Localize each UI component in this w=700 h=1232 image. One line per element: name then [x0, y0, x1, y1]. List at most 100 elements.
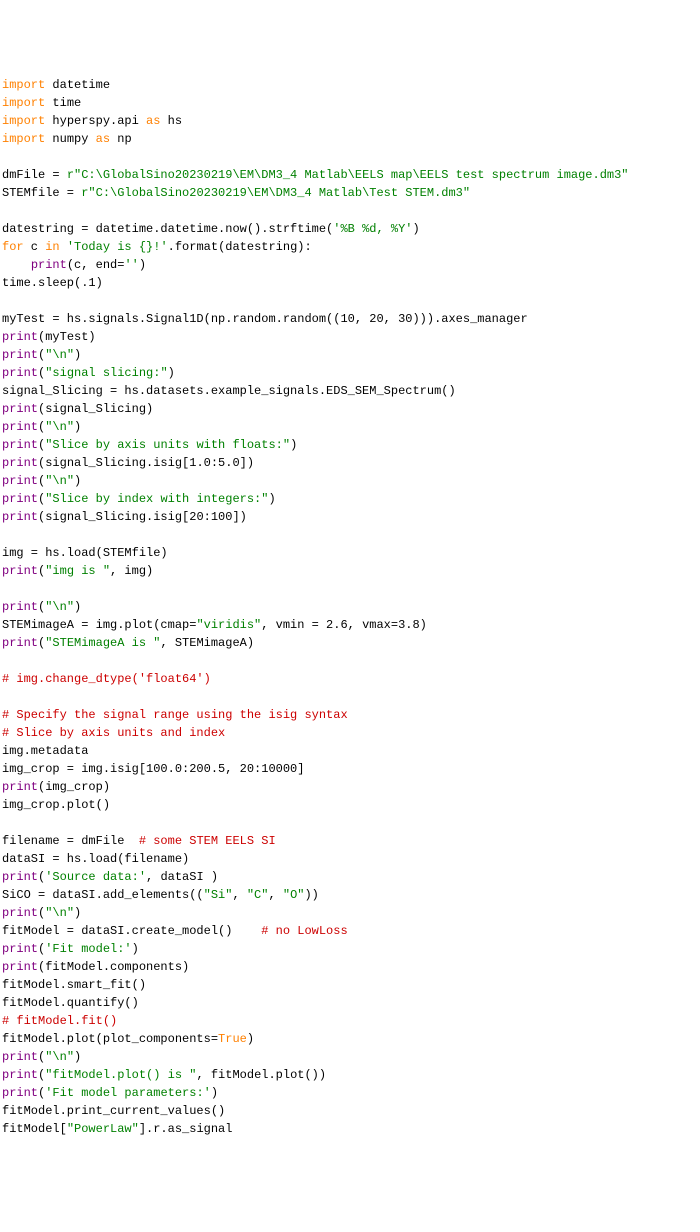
keyword: as [146, 114, 160, 128]
text: dataSI = hs.load(filename) [2, 852, 189, 866]
builtin: print [2, 348, 38, 362]
comment: # fitModel.fit() [2, 1014, 117, 1028]
builtin: print [2, 564, 38, 578]
rawprefix: r [67, 168, 74, 182]
module: datetime [45, 78, 110, 92]
r: ) [74, 474, 81, 488]
lhs: filename = dmFile [2, 834, 139, 848]
string: '%B %d, %Y' [333, 222, 412, 236]
rhs: ) [412, 222, 419, 236]
string: 'Source data:' [45, 870, 146, 884]
text: img.metadata [2, 744, 88, 758]
lhs: fitModel[ [2, 1122, 67, 1136]
string: "viridis" [196, 618, 261, 632]
string: "\n" [45, 906, 74, 920]
text: img_crop = img.isig[100.0:200.5, 20:1000… [2, 762, 304, 776]
lhs: fitModel = dataSI.create_model() [2, 924, 261, 938]
string: 'Fit model:' [45, 942, 131, 956]
string: 'Today is {}!' [60, 240, 168, 254]
comment: # img.change_dtype('float64') [2, 672, 211, 686]
alias: np [110, 132, 132, 146]
lhs: dmFile = [2, 168, 67, 182]
comment: # Specify the signal range using the isi… [2, 708, 348, 722]
r: , STEMimageA) [160, 636, 254, 650]
builtin: print [2, 510, 38, 524]
rhs: )) [304, 888, 318, 902]
args: (signal_Slicing.isig[1.0:5.0]) [38, 456, 254, 470]
text: img_crop.plot() [2, 798, 110, 812]
lhs: STEMimageA = img.plot(cmap= [2, 618, 196, 632]
string: "C" [247, 888, 269, 902]
string: "\n" [45, 348, 74, 362]
builtin: print [2, 1086, 38, 1100]
string: "C:\GlobalSino20230219\EM\DM3_4 Matlab\E… [74, 168, 629, 182]
builtin: print [2, 438, 38, 452]
code-block: import datetime import time import hyper… [0, 72, 700, 1142]
comment: # no LowLoss [261, 924, 347, 938]
r: , img) [110, 564, 153, 578]
module: hyperspy.api [45, 114, 146, 128]
module: numpy [45, 132, 95, 146]
keyword: import [2, 114, 45, 128]
r: ) [290, 438, 297, 452]
rhs: , vmin = 2.6, vmax=3.8) [261, 618, 427, 632]
keyword: import [2, 78, 45, 92]
r: , dataSI ) [146, 870, 218, 884]
builtin: print [2, 870, 38, 884]
r: ) [74, 420, 81, 434]
string: "img is " [45, 564, 110, 578]
builtin: print [2, 330, 38, 344]
r: ) [74, 600, 81, 614]
l: ( [38, 1086, 45, 1100]
rhs: ) [247, 1032, 254, 1046]
c: , [232, 888, 246, 902]
builtin: print [2, 906, 38, 920]
args: (c, end= [67, 258, 125, 272]
r: ) [74, 348, 81, 362]
builtin: print [2, 402, 38, 416]
builtin: print [2, 960, 38, 974]
string: "fitModel.plot() is " [45, 1068, 196, 1082]
string: "Slice by axis units with floats:" [45, 438, 290, 452]
builtin: print [2, 636, 38, 650]
string: "Slice by index with integers:" [45, 492, 268, 506]
args: (myTest) [38, 330, 96, 344]
builtin: print [2, 420, 38, 434]
keyword: as [96, 132, 110, 146]
builtin: print [31, 258, 67, 272]
string: "STEMimageA is " [45, 636, 160, 650]
r: ) [74, 906, 81, 920]
text: c [24, 240, 46, 254]
string: "\n" [45, 474, 74, 488]
string: "PowerLaw" [67, 1122, 139, 1136]
rhs: ) [139, 258, 146, 272]
l: ( [38, 1050, 45, 1064]
keyword: for [2, 240, 24, 254]
args: (signal_Slicing) [38, 402, 153, 416]
text: fitModel.smart_fit() [2, 978, 146, 992]
keyword: True [218, 1032, 247, 1046]
r: ) [211, 1086, 218, 1100]
text: signal_Slicing = hs.datasets.example_sig… [2, 384, 456, 398]
builtin: print [2, 780, 38, 794]
builtin: print [2, 1068, 38, 1082]
r: ) [168, 366, 175, 380]
alias: hs [160, 114, 182, 128]
c: , [268, 888, 282, 902]
builtin: print [2, 1050, 38, 1064]
string: 'Fit model parameters:' [45, 1086, 211, 1100]
lhs: STEMfile = [2, 186, 81, 200]
builtin: print [2, 942, 38, 956]
text: img = hs.load(STEMfile) [2, 546, 168, 560]
module: time [45, 96, 81, 110]
keyword: import [2, 132, 45, 146]
text: fitModel.quantify() [2, 996, 139, 1010]
r: ) [74, 1050, 81, 1064]
text: .format(datestring): [168, 240, 312, 254]
string: "\n" [45, 600, 74, 614]
keyword: import [2, 96, 45, 110]
text: fitModel.print_current_values() [2, 1104, 225, 1118]
string: '' [124, 258, 138, 272]
text: myTest = hs.signals.Signal1D(np.random.r… [2, 312, 528, 326]
r: ) [132, 942, 139, 956]
